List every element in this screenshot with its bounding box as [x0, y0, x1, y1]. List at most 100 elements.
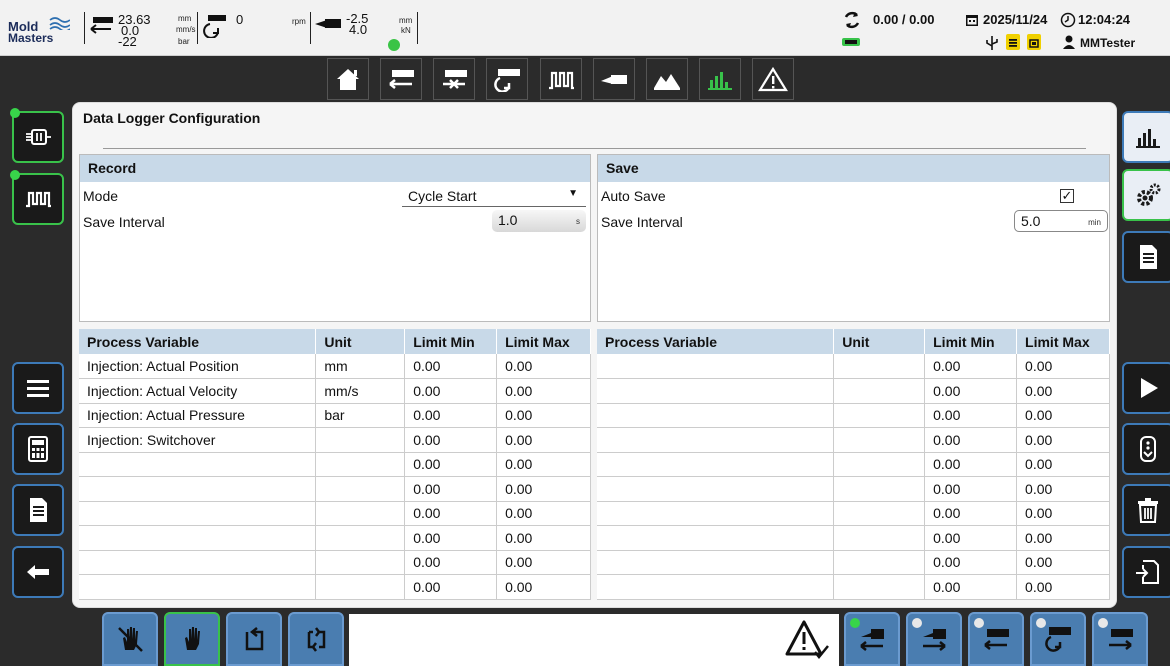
variable-cell[interactable] — [79, 452, 317, 477]
limit-max-cell[interactable]: 0.00 — [496, 452, 591, 477]
unit-cell[interactable] — [833, 354, 926, 379]
limit-max-cell[interactable]: 0.00 — [1016, 452, 1110, 477]
variable-cell[interactable] — [597, 354, 835, 379]
plasticize-page-button[interactable] — [486, 58, 528, 100]
unit-cell[interactable] — [315, 550, 406, 575]
unit-cell[interactable] — [315, 427, 406, 453]
ejector-button[interactable] — [10, 108, 64, 163]
table-row[interactable]: 0.00 0.00 — [597, 354, 1110, 379]
unit-cell[interactable] — [833, 476, 926, 502]
manual-off-button[interactable] — [102, 612, 158, 666]
table-row[interactable]: 0.00 0.00 — [79, 452, 591, 477]
table-row[interactable]: 0.00 0.00 — [79, 574, 591, 600]
save-interval-input[interactable]: 5.0 min — [1014, 210, 1108, 232]
variable-cell[interactable] — [597, 427, 835, 453]
auto-save-checkbox[interactable]: ✓ — [1060, 189, 1074, 203]
record-interval-input[interactable]: 1.0 s — [492, 210, 586, 232]
heaters-side-button[interactable] — [10, 170, 64, 225]
limit-max-cell[interactable]: 0.00 — [1016, 378, 1110, 404]
limit-min-cell[interactable]: 0.00 — [404, 550, 498, 575]
table-row[interactable]: 0.00 0.00 — [597, 574, 1110, 600]
variable-cell[interactable]: Injection: Actual Pressure — [79, 403, 317, 428]
table-row[interactable]: 0.00 0.00 — [79, 550, 591, 575]
variable-cell[interactable]: Injection: Switchover — [79, 427, 317, 453]
mold-page-button[interactable] — [646, 58, 688, 100]
limit-min-cell[interactable]: 0.00 — [924, 378, 1018, 404]
injection-page-button[interactable] — [380, 58, 422, 100]
export-button[interactable] — [1122, 546, 1170, 598]
variable-cell[interactable] — [597, 403, 835, 428]
unit-cell[interactable] — [833, 550, 926, 575]
variable-cell[interactable] — [79, 574, 317, 600]
calculator-button[interactable] — [12, 423, 64, 475]
semi-auto-button[interactable] — [226, 612, 282, 666]
auto-mode-button[interactable] — [288, 612, 344, 666]
limit-min-cell[interactable]: 0.00 — [924, 550, 1018, 575]
unit-cell[interactable]: bar — [315, 403, 406, 428]
table-row[interactable]: 0.00 0.00 — [597, 378, 1110, 404]
variable-cell[interactable] — [79, 476, 317, 502]
variable-cell[interactable] — [597, 476, 835, 502]
limit-min-cell[interactable]: 0.00 — [924, 452, 1018, 477]
limit-max-cell[interactable]: 0.00 — [496, 378, 591, 404]
table-row[interactable]: 0.00 0.00 — [597, 550, 1110, 575]
limit-min-cell[interactable]: 0.00 — [404, 403, 498, 428]
table-row[interactable]: Injection: Actual Pressure bar 0.00 0.00 — [79, 403, 591, 428]
record-mode-select[interactable]: Cycle Start ▼ — [402, 186, 586, 207]
variable-cell[interactable] — [597, 574, 835, 600]
table-row[interactable]: 0.00 0.00 — [79, 501, 591, 526]
unit-cell[interactable] — [833, 501, 926, 526]
home-button[interactable] — [327, 58, 369, 100]
limit-min-cell[interactable]: 0.00 — [924, 354, 1018, 379]
injection-back-button[interactable] — [968, 612, 1024, 666]
limit-max-cell[interactable]: 0.00 — [1016, 550, 1110, 575]
decompress-button[interactable] — [1030, 612, 1086, 666]
unit-cell[interactable] — [833, 525, 926, 551]
limit-max-cell[interactable]: 0.00 — [496, 574, 591, 600]
table-row[interactable]: 0.00 0.00 — [79, 476, 591, 502]
table-row[interactable]: Injection: Switchover 0.00 0.00 — [79, 427, 591, 453]
limit-min-cell[interactable]: 0.00 — [404, 354, 498, 379]
limit-min-cell[interactable]: 0.00 — [924, 574, 1018, 600]
alarms-page-button[interactable] — [752, 58, 794, 100]
settings-button[interactable] — [1122, 169, 1170, 221]
limit-max-cell[interactable]: 0.00 — [496, 501, 591, 526]
limit-max-cell[interactable]: 0.00 — [496, 550, 591, 575]
limit-max-cell[interactable]: 0.00 — [1016, 501, 1110, 526]
table-row[interactable]: 0.00 0.00 — [597, 452, 1110, 477]
more-options-button[interactable] — [1122, 423, 1170, 475]
limit-min-cell[interactable]: 0.00 — [404, 501, 498, 526]
variable-cell[interactable] — [79, 550, 317, 575]
limit-min-cell[interactable]: 0.00 — [924, 476, 1018, 502]
unit-cell[interactable]: mm/s — [315, 378, 406, 404]
variable-cell[interactable] — [597, 525, 835, 551]
limit-max-cell[interactable]: 0.00 — [496, 525, 591, 551]
limit-min-cell[interactable]: 0.00 — [924, 501, 1018, 526]
table-row[interactable]: 0.00 0.00 — [597, 427, 1110, 453]
menu-button[interactable] — [12, 362, 64, 414]
variable-cell[interactable] — [597, 550, 835, 575]
variable-cell[interactable] — [597, 452, 835, 477]
limit-max-cell[interactable]: 0.00 — [496, 354, 591, 379]
limit-max-cell[interactable]: 0.00 — [1016, 427, 1110, 453]
limit-max-cell[interactable]: 0.00 — [496, 427, 591, 453]
table-row[interactable]: Injection: Actual Position mm 0.00 0.00 — [79, 354, 591, 379]
table-row[interactable]: 0.00 0.00 — [597, 403, 1110, 428]
limit-min-cell[interactable]: 0.00 — [404, 427, 498, 453]
injection-forward-button[interactable] — [1092, 612, 1148, 666]
unit-cell[interactable] — [833, 378, 926, 404]
heaters-page-button[interactable] — [540, 58, 582, 100]
manual-mode-button[interactable] — [164, 612, 220, 666]
carriage-forward-button[interactable] — [906, 612, 962, 666]
variable-cell[interactable] — [79, 501, 317, 526]
unit-cell[interactable] — [833, 574, 926, 600]
limit-min-cell[interactable]: 0.00 — [924, 403, 1018, 428]
datalogger-page-button[interactable] — [699, 58, 741, 100]
limit-max-cell[interactable]: 0.00 — [1016, 403, 1110, 428]
unit-cell[interactable] — [833, 427, 926, 453]
unit-cell[interactable]: mm — [315, 354, 406, 379]
table-row[interactable]: 0.00 0.00 — [597, 525, 1110, 551]
unit-cell[interactable] — [315, 476, 406, 502]
start-button[interactable] — [1122, 362, 1170, 414]
hold-page-button[interactable] — [433, 58, 475, 100]
